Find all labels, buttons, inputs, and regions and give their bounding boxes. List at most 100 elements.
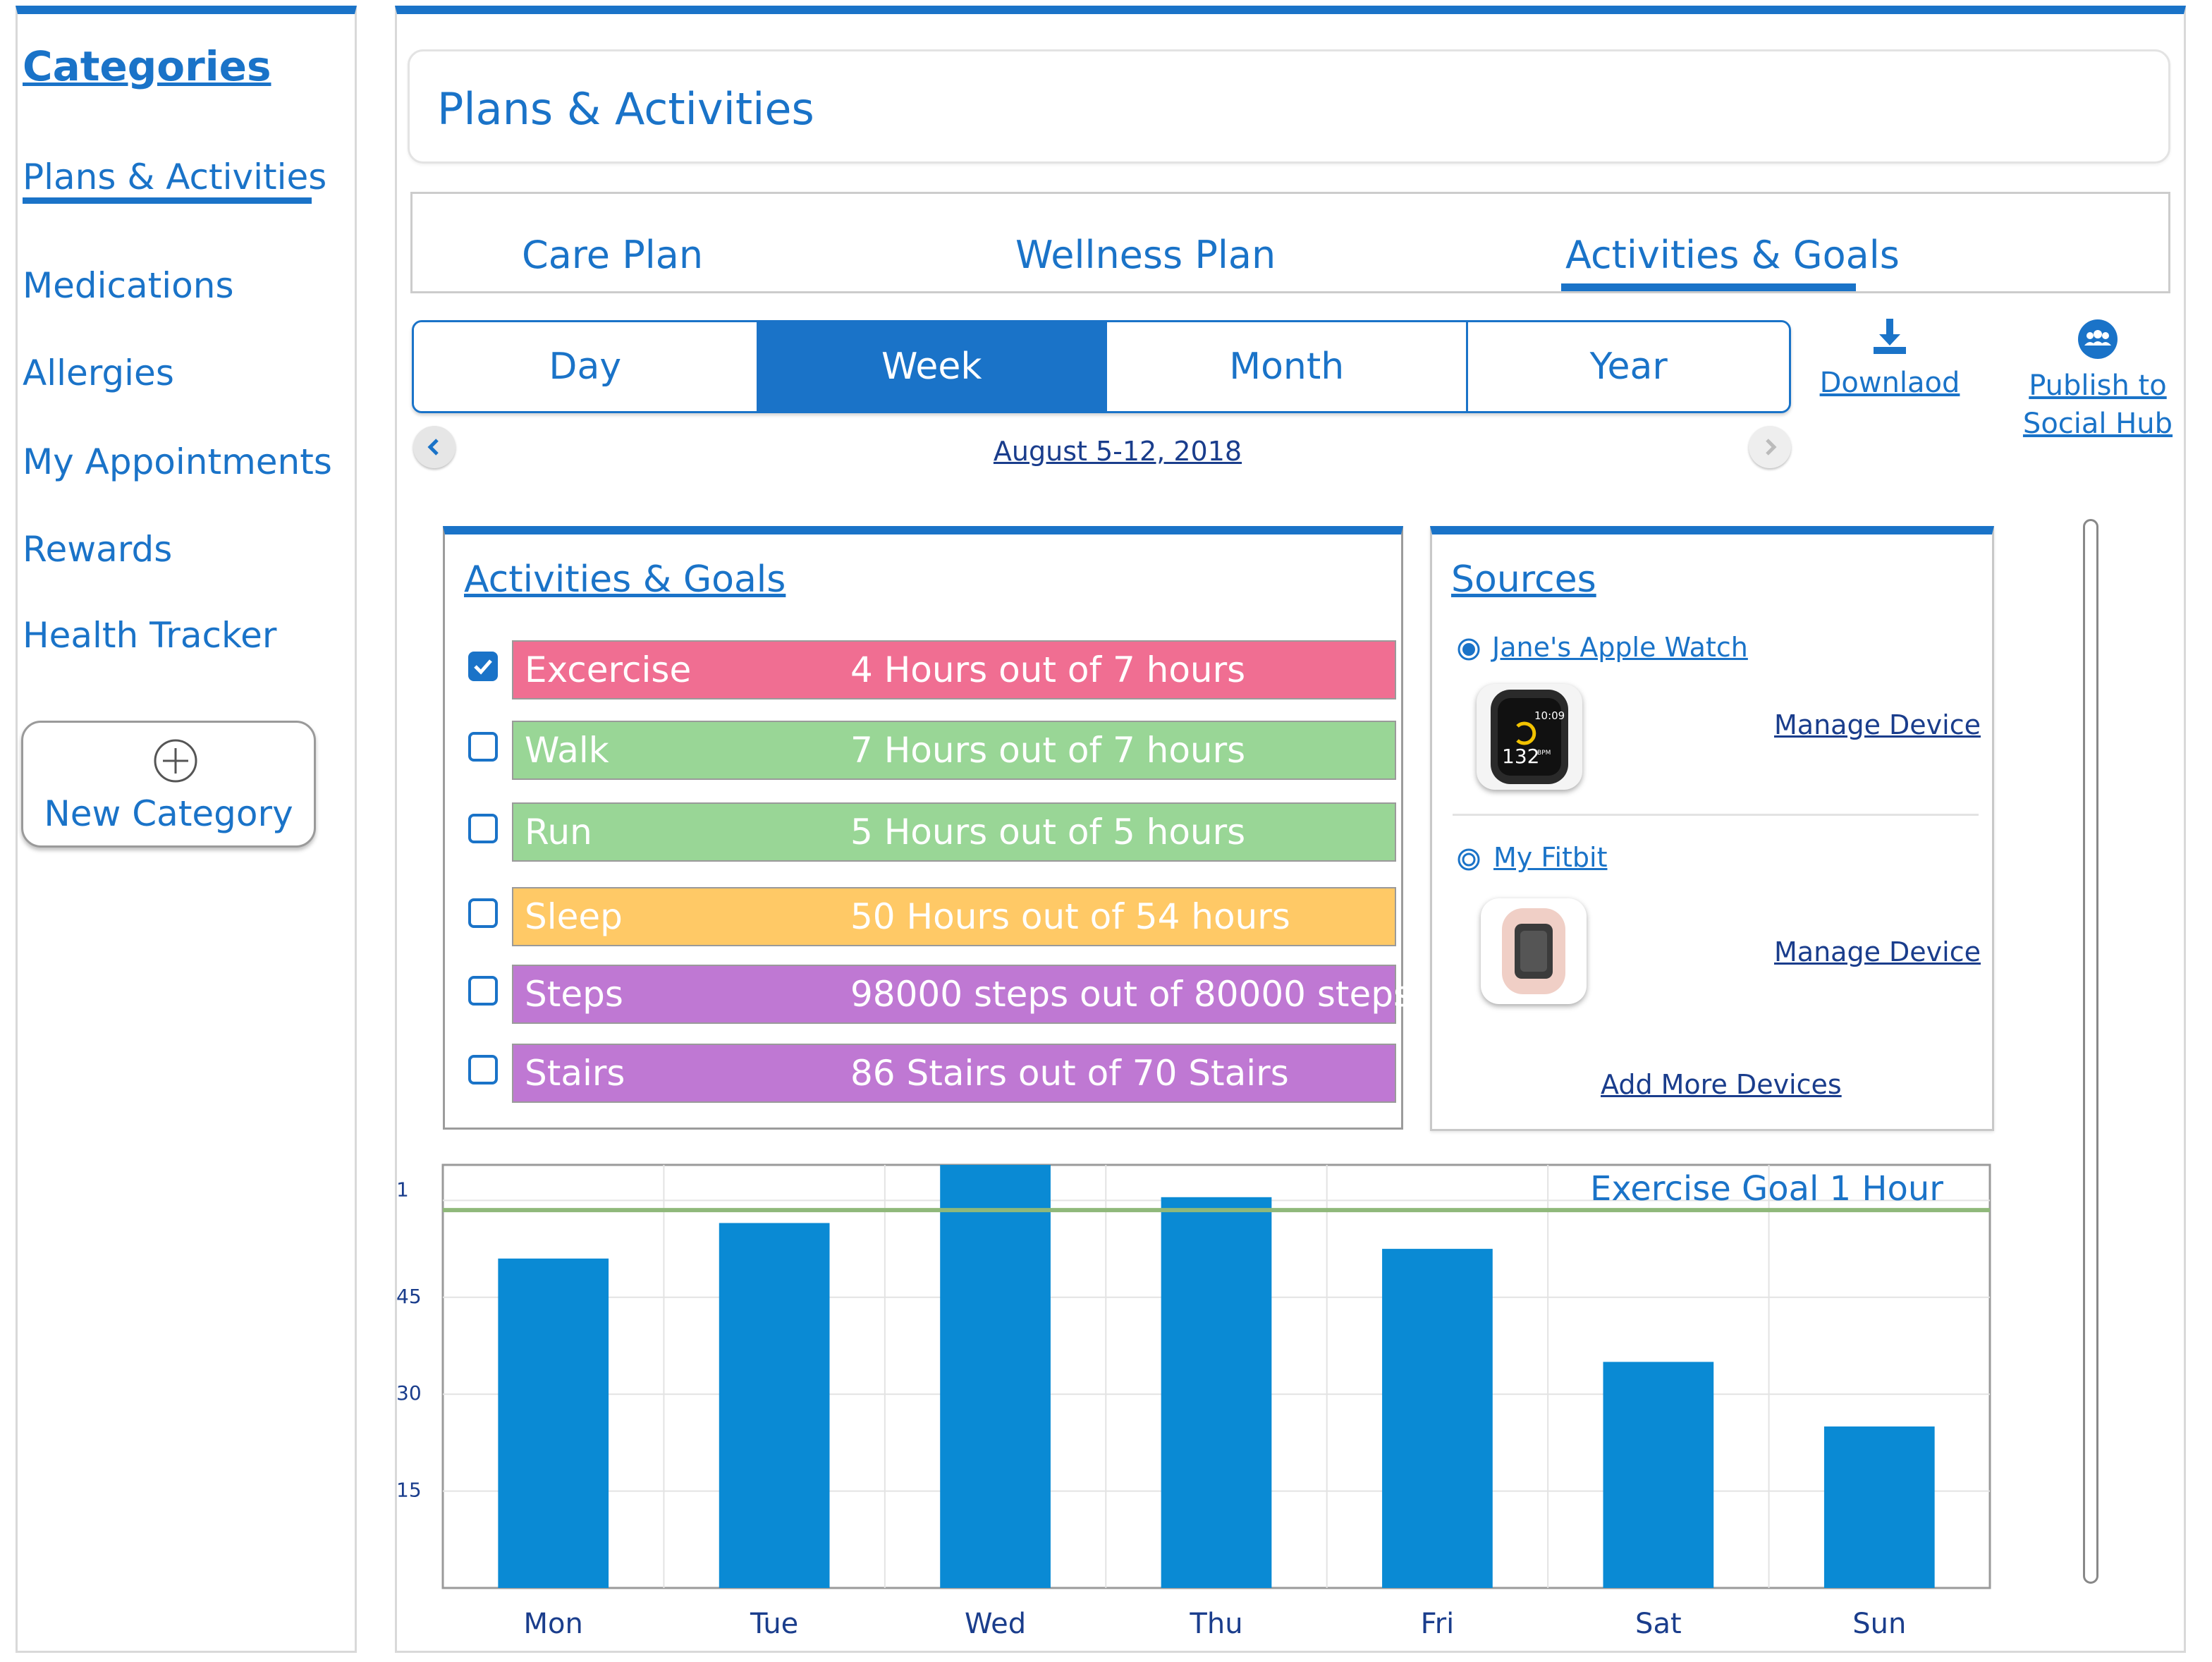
manage-device-apple-watch-link[interactable]: Manage Device <box>1774 709 1981 740</box>
radio-selected-icon[interactable] <box>1457 637 1481 661</box>
activity-row: Steps 98000 steps out of 80000 steps <box>468 965 1412 1024</box>
sidebar-item-medications[interactable]: Medications <box>23 265 234 306</box>
fitbit-icon <box>1502 908 1565 994</box>
activity-row: Sleep 50 Hours out of 54 hours <box>468 887 1396 946</box>
activity-checkbox[interactable] <box>468 814 498 843</box>
period-day-button[interactable]: Day <box>414 322 759 411</box>
sidebar-item-my-appointments[interactable]: My Appointments <box>23 441 332 482</box>
activity-bar-steps: Steps 98000 steps out of 80000 steps <box>512 965 1412 1024</box>
chart-bar-mon <box>498 1258 609 1588</box>
exercise-bar-chart: Exercise Goal 1 Hour 15 30 45 1 Mon Tue Wed Th… <box>396 1163 1991 1640</box>
x-tick-label: Tue <box>750 1608 798 1640</box>
chart-bar-sun <box>1823 1426 1935 1588</box>
active-tab-indicator <box>1561 283 1856 291</box>
sidebar-active-indicator <box>23 197 312 204</box>
y-tick-label: 45 <box>396 1285 422 1308</box>
watch-icon: 10:09 132 BPM <box>1491 690 1568 784</box>
activity-name: Stairs <box>525 1053 625 1094</box>
publish-label-line1: Publish to <box>2029 369 2167 402</box>
sources-divider <box>1453 814 1979 816</box>
period-month-button[interactable]: Month <box>1106 322 1469 411</box>
publish-to-social-hub-button[interactable]: Publish to Social Hub <box>2017 319 2179 443</box>
sidebar-item-rewards[interactable]: Rewards <box>23 529 172 570</box>
page-title: Plans & Activities <box>437 83 814 135</box>
date-range-label[interactable]: August 5-12, 2018 <box>917 436 1319 467</box>
publish-label-line2: Social Hub <box>2022 408 2173 440</box>
chart-bar-thu <box>1161 1197 1272 1588</box>
goal-label: Exercise Goal 1 Hour <box>1590 1169 1943 1209</box>
watch-bpm: 132 <box>1502 745 1539 768</box>
fitbit-image <box>1481 898 1587 1004</box>
activity-bar-walk: Walk 7 Hours out of 7 hours <box>512 721 1396 780</box>
device-name-fitbit[interactable]: My Fitbit <box>1493 842 1607 873</box>
chevron-left-icon <box>427 439 439 456</box>
scrollbar[interactable] <box>2083 519 2098 1584</box>
chart-bar-fri <box>1382 1249 1493 1588</box>
activity-value: 86 Stairs out of 70 Stairs <box>850 1053 1289 1094</box>
plus-circle-icon <box>154 739 197 783</box>
y-tick-label: 30 <box>396 1381 422 1405</box>
x-tick-label: Sun <box>1852 1608 1906 1640</box>
sidebar-item-plans-activities[interactable]: Plans & Activities <box>23 157 326 197</box>
activities-goals-heading[interactable]: Activities & Goals <box>464 558 786 601</box>
x-tick-label: Wed <box>965 1608 1026 1640</box>
chart-bar-tue <box>719 1223 830 1588</box>
device-name-apple-watch[interactable]: Jane's Apple Watch <box>1492 632 1748 663</box>
activity-row: Stairs 86 Stairs out of 70 Stairs <box>468 1044 1396 1103</box>
chevron-right-icon <box>1766 439 1777 456</box>
period-year-button[interactable]: Year <box>1468 322 1789 411</box>
new-category-label: New Category <box>44 793 293 834</box>
sources-heading[interactable]: Sources <box>1451 558 1596 601</box>
activity-name: Run <box>525 812 592 853</box>
add-more-devices-link[interactable]: Add More Devices <box>1601 1069 1842 1100</box>
activity-row: Walk 7 Hours out of 7 hours <box>468 721 1396 780</box>
tab-wellness-plan[interactable]: Wellness Plan <box>1015 233 1276 277</box>
watch-time: 10:09 <box>1534 709 1565 722</box>
activity-bar-run: Run 5 Hours out of 5 hours <box>512 802 1396 862</box>
new-category-button[interactable]: New Category <box>21 721 316 848</box>
chart-bar-wed <box>940 1165 1051 1588</box>
watch-unit: BPM <box>1537 750 1551 757</box>
activity-row: Run 5 Hours out of 5 hours <box>468 802 1396 862</box>
activity-checkbox[interactable] <box>468 976 498 1006</box>
x-tick-label: Thu <box>1189 1608 1242 1640</box>
activity-checkbox[interactable] <box>468 732 498 762</box>
activity-name: Excercise <box>525 649 692 690</box>
activity-checkbox[interactable] <box>468 898 498 928</box>
categories-heading[interactable]: Categories <box>23 42 271 90</box>
activity-bar-sleep: Sleep 50 Hours out of 54 hours <box>512 887 1396 946</box>
checkmark-icon <box>474 659 492 675</box>
activity-value: 98000 steps out of 80000 steps <box>850 974 1412 1015</box>
activity-checkbox[interactable] <box>468 652 498 681</box>
activity-name: Walk <box>525 730 609 771</box>
x-tick-label: Sat <box>1635 1608 1682 1640</box>
x-tick-label: Mon <box>524 1608 583 1640</box>
period-selector: Day Week Month Year <box>412 320 1791 413</box>
activity-value: 5 Hours out of 5 hours <box>850 812 1246 853</box>
sidebar-item-allergies[interactable]: Allergies <box>23 353 174 393</box>
radio-unselected-icon[interactable] <box>1457 848 1481 872</box>
activity-name: Sleep <box>525 896 623 937</box>
activity-value: 7 Hours out of 7 hours <box>850 730 1246 771</box>
period-week-button[interactable]: Week <box>758 322 1107 411</box>
tab-activities-goals[interactable]: Activities & Goals <box>1565 233 1900 277</box>
x-tick-label: Fri <box>1421 1608 1455 1640</box>
sources-card <box>1430 526 1994 1131</box>
activity-bar-stairs: Stairs 86 Stairs out of 70 Stairs <box>512 1044 1396 1103</box>
activity-row: Excercise 4 Hours out of 7 hours <box>468 640 1396 699</box>
previous-week-button[interactable] <box>413 426 456 468</box>
download-button[interactable]: Downlaod <box>1819 316 1960 402</box>
y-tick-label: 15 <box>396 1479 422 1502</box>
tab-care-plan[interactable]: Care Plan <box>522 233 703 277</box>
manage-device-fitbit-link[interactable]: Manage Device <box>1774 936 1981 967</box>
y-tick-label: 1 <box>396 1178 409 1201</box>
activity-value: 4 Hours out of 7 hours <box>850 649 1246 690</box>
activity-checkbox[interactable] <box>468 1055 498 1084</box>
activity-value: 50 Hours out of 54 hours <box>850 896 1290 937</box>
activity-name: Steps <box>525 974 623 1015</box>
sidebar-item-health-tracker[interactable]: Health Tracker <box>23 615 276 656</box>
download-icon <box>1874 319 1906 354</box>
next-week-button[interactable] <box>1749 426 1791 468</box>
apple-watch-image: 10:09 132 BPM <box>1477 684 1582 790</box>
chart-bar-sat <box>1603 1362 1714 1588</box>
